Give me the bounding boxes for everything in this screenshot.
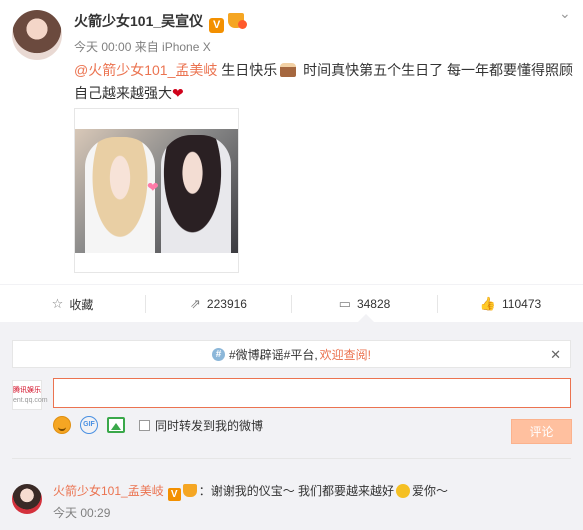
commenter-avatar[interactable] <box>12 484 42 514</box>
weibo-post: 火箭少女101_吴宣仪 V 今天 00:00 来自 iPhone X ⌄ @火箭少… <box>0 0 583 290</box>
emoji-icon[interactable] <box>53 416 71 434</box>
photo-person-right <box>161 135 231 253</box>
avatar-brand-url: ent.qq.com <box>13 397 48 404</box>
comment-text-part-1: ：谢谢我的仪宝～ 我们都要越来越好 <box>198 484 395 498</box>
author-avatar[interactable] <box>12 10 62 60</box>
author-username[interactable]: 火箭少女101_吴宣仪 <box>74 13 203 29</box>
gif-icon[interactable]: GIF <box>80 416 98 434</box>
star-icon: ☆ <box>51 296 64 311</box>
current-user-avatar: 腾讯娱乐 ent.qq.com <box>12 380 48 410</box>
comment-item: 火箭少女101_孟美岐 V ：谢谢我的仪宝～ 我们都要越来越好 爱你～ <box>53 482 448 501</box>
fan-badge-icon <box>228 13 248 29</box>
repost-count: 223916 <box>206 297 247 311</box>
post-text-part-1: 生日快乐 <box>217 62 278 78</box>
submit-comment-button[interactable]: 评论 <box>511 419 572 444</box>
chevron-down-icon[interactable]: ⌄ <box>559 5 571 22</box>
photo-person-left <box>85 137 155 253</box>
favorite-label: 收藏 <box>69 297 94 312</box>
like-count: 110473 <box>502 297 542 311</box>
comment-text-part-2: 爱你～ <box>412 484 449 498</box>
notice-link[interactable]: 欢迎查阅! <box>320 346 371 363</box>
cake-emoji-icon <box>280 63 297 77</box>
post-photo: ❤ <box>75 129 238 253</box>
repost-icon: ⇗ <box>190 296 201 311</box>
fan-badge-icon <box>182 484 197 497</box>
mention-link[interactable]: @火箭少女101_孟美岐 <box>74 62 217 78</box>
favorite-button[interactable]: ☆ 收藏 <box>0 285 145 323</box>
like-button[interactable]: 👍 110473 <box>438 285 583 323</box>
photo-heart-icon: ❤ <box>147 179 159 195</box>
post-meta: 今天 00:00 来自 iPhone X <box>74 40 211 54</box>
post-image-thumbnail[interactable]: ❤ <box>74 108 239 273</box>
post-action-bar: ☆ 收藏 ⇗ 223916 ▭ 34828 👍 110473 <box>0 284 583 322</box>
verified-badge-icon: V <box>209 18 225 33</box>
info-icon: # <box>211 347 225 361</box>
comment-time: 今天 00:29 <box>53 506 111 520</box>
comment-section: # #微博辟谣#平台, 欢迎查阅! ✕ 腾讯娱乐 ent.qq.com GIF … <box>0 322 583 530</box>
heart-emoji-icon: ❤ <box>172 85 184 101</box>
image-icon[interactable] <box>107 417 125 433</box>
post-body: @火箭少女101_孟美岐 生日快乐 时间真快第五个生日了 每一年都要懂得照顾自己… <box>74 59 574 105</box>
repost-checkbox-label[interactable]: 同时转发到我的微博 <box>155 417 263 434</box>
repost-button[interactable]: ⇗ 223916 <box>146 285 291 323</box>
comment-count: 34828 <box>356 297 391 311</box>
author-name-row: 火箭少女101_吴宣仪 V <box>74 11 248 33</box>
comment-icon: ▭ <box>338 296 351 311</box>
comment-divider <box>12 458 571 459</box>
comment-input[interactable] <box>53 378 571 408</box>
smile-emoji-icon <box>396 484 411 498</box>
comment-pointer-caret <box>358 314 374 322</box>
avatar-brand-text: 腾讯娱乐 <box>13 387 41 394</box>
commenter-username[interactable]: 火箭少女101_孟美岐 <box>53 484 164 498</box>
like-icon: 👍 <box>479 296 497 311</box>
repost-checkbox[interactable] <box>139 419 150 431</box>
rumor-notice-bar: # #微博辟谣#平台, 欢迎查阅! ✕ <box>12 340 571 368</box>
composer-tools: GIF 同时转发到我的微博 <box>53 416 263 434</box>
notice-text: #微博辟谣#平台, <box>228 347 318 362</box>
verified-badge-icon: V <box>167 488 181 501</box>
close-icon[interactable]: ✕ <box>550 347 561 363</box>
